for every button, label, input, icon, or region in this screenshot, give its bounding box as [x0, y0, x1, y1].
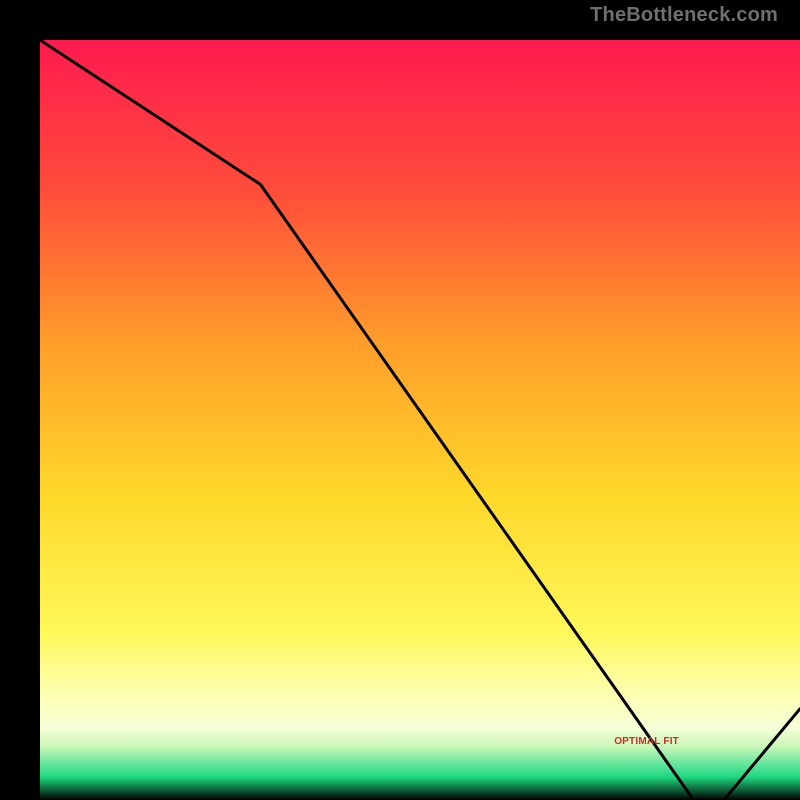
- line-series: [40, 40, 800, 800]
- optimal-fit-label: OPTIMAL FIT: [614, 736, 679, 747]
- watermark-text: TheBottleneck.com: [590, 4, 778, 27]
- chart-frame: OPTIMAL FIT: [20, 20, 780, 780]
- plot-area: OPTIMAL FIT: [40, 40, 800, 800]
